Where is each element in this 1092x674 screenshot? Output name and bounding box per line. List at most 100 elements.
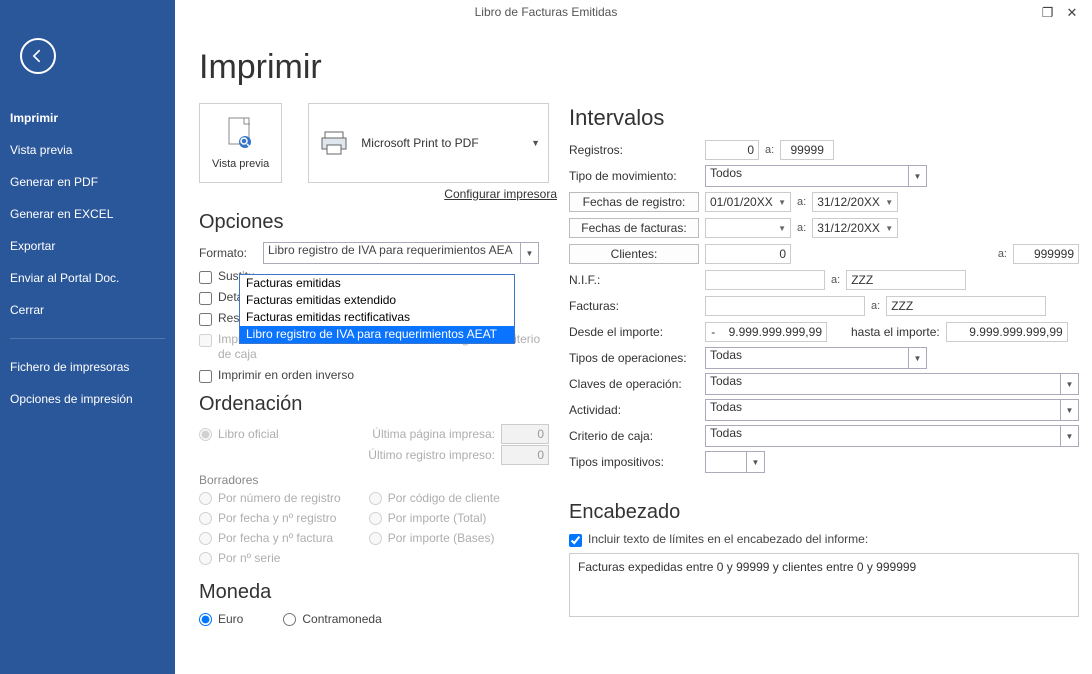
claves-op-select[interactable]: Todas▼ [705, 373, 1079, 395]
fecha-factura-to[interactable]: 31/12/20XX▼ [812, 218, 898, 238]
chevron-down-icon: ▼ [778, 198, 786, 207]
fechas-registro-button[interactable]: Fechas de registro: [569, 192, 699, 212]
claves-op-label: Claves de operación: [569, 377, 699, 391]
tipos-op-label: Tipos de operaciones: [569, 351, 699, 365]
hasta-importe-label: hasta el importe: [851, 325, 940, 339]
radio-codigo-cliente-label: Por código de cliente [388, 491, 500, 505]
formato-option-1[interactable]: Facturas emitidas extendido [240, 292, 514, 309]
radio-importe-total [369, 512, 382, 525]
clientes-button[interactable]: Clientes: [569, 244, 699, 264]
sidebar: Imprimir Vista previa Generar en PDF Gen… [0, 0, 175, 674]
radio-num-registro-label: Por número de registro [218, 491, 341, 505]
chk-imprimir-orden-label: Imprimir en orden inverso [218, 368, 354, 383]
fecha-registro-to[interactable]: 31/12/20XX ▼ [812, 192, 898, 212]
window-restore-icon[interactable]: ❐ [1038, 5, 1058, 21]
radio-contramoneda[interactable] [283, 613, 296, 626]
vista-previa-label: Vista previa [212, 158, 269, 170]
a-label-1: a: [765, 144, 774, 156]
desde-importe-label: Desde el importe: [569, 325, 699, 339]
sidebar-item-exportar[interactable]: Exportar [0, 230, 175, 262]
back-button[interactable] [20, 38, 56, 74]
window-close-icon[interactable]: ✕ [1062, 5, 1082, 21]
chk-incluir-texto[interactable] [569, 534, 582, 547]
tipos-imp-select[interactable]: ▼ [705, 451, 765, 473]
radio-serie [199, 552, 212, 565]
last-reg-input [501, 445, 549, 465]
encabezado-textarea[interactable]: Facturas expedidas entre 0 y 99999 y cli… [569, 553, 1079, 617]
sidebar-item-vista-previa[interactable]: Vista previa [0, 134, 175, 166]
tipo-mov-value: Todos [710, 166, 742, 180]
criterio-label: Criterio de caja: [569, 429, 699, 443]
registros-from-input[interactable] [705, 140, 759, 160]
radio-importe-bases [369, 532, 382, 545]
page-title: Imprimir [199, 48, 1072, 87]
actividad-value: Todas [710, 400, 742, 414]
arrow-left-icon [28, 46, 48, 66]
chevron-down-icon: ▼ [885, 198, 893, 207]
vista-previa-card[interactable]: Vista previa [199, 103, 282, 183]
registros-to-input[interactable] [780, 140, 834, 160]
criterio-select[interactable]: Todas ▼ [705, 425, 1079, 447]
fecha-registro-from[interactable]: 01/01/20XX ▼ [705, 192, 791, 212]
chk-resumir[interactable] [199, 313, 212, 326]
last-page-input [501, 424, 549, 444]
configure-printer-link[interactable]: Configurar impresora [199, 187, 557, 201]
formato-select[interactable]: Libro registro de IVA para requerimiento… [263, 242, 539, 264]
chk-imprimir-info [199, 334, 212, 347]
facturas-from-input[interactable] [705, 296, 865, 316]
criterio-value: Todas [710, 426, 742, 440]
chk-detallar[interactable] [199, 292, 212, 305]
chevron-down-icon: ▼ [778, 224, 786, 233]
printer-name: Microsoft Print to PDF [361, 136, 538, 150]
radio-libro-oficial [199, 428, 212, 441]
formato-label: Formato: [199, 246, 255, 260]
chevron-down-icon: ▼ [746, 452, 764, 472]
clientes-to-input[interactable] [1013, 244, 1079, 264]
formato-option-0[interactable]: Facturas emitidas [240, 275, 514, 292]
hasta-importe-input[interactable] [946, 322, 1068, 342]
formato-option-3[interactable]: Libro registro de IVA para requerimiento… [240, 326, 514, 343]
tipos-op-select[interactable]: Todas▼ [705, 347, 927, 369]
sidebar-divider [10, 338, 165, 339]
sidebar-item-cerrar[interactable]: Cerrar [0, 294, 175, 326]
radio-num-registro [199, 492, 212, 505]
radio-fecha-factura [199, 532, 212, 545]
sidebar-item-fichero-impresoras[interactable]: Fichero de impresoras [0, 351, 175, 383]
sidebar-item-imprimir[interactable]: Imprimir [0, 102, 175, 134]
nif-to-input[interactable] [846, 270, 966, 290]
nif-from-input[interactable] [705, 270, 825, 290]
formato-dropdown[interactable]: Facturas emitidas Facturas emitidas exte… [239, 274, 515, 344]
chk-sustituir[interactable] [199, 271, 212, 284]
radio-euro[interactable] [199, 613, 212, 626]
tipo-mov-select[interactable]: Todos▼ [705, 165, 927, 187]
radio-codigo-cliente [369, 492, 382, 505]
last-page-label: Última página impresa: [372, 427, 495, 441]
sidebar-item-generar-pdf[interactable]: Generar en PDF [0, 166, 175, 198]
radio-euro-label: Euro [218, 612, 243, 626]
chk-incluir-texto-label: Incluir texto de límites en el encabezad… [588, 532, 868, 547]
clientes-from-input[interactable] [705, 244, 791, 264]
formato-selected: Libro registro de IVA para requerimiento… [268, 243, 513, 257]
page-preview-icon [224, 116, 258, 154]
fecha-factura-from[interactable]: ▼ [705, 218, 791, 238]
chk-imprimir-orden[interactable] [199, 370, 212, 383]
facturas-to-input[interactable] [886, 296, 1046, 316]
sidebar-item-opciones-impresion[interactable]: Opciones de impresión [0, 383, 175, 415]
nif-label: N.I.F.: [569, 273, 699, 287]
tipos-imp-label: Tipos impositivos: [569, 455, 699, 469]
formato-option-2[interactable]: Facturas emitidas rectificativas [240, 309, 514, 326]
fecha-registro-from-value: 01/01/20XX [710, 195, 773, 209]
fechas-facturas-button[interactable]: Fechas de facturas: [569, 218, 699, 238]
a-label-5: a: [831, 274, 840, 286]
facturas-label: Facturas: [569, 299, 699, 313]
desde-importe-input[interactable] [705, 322, 827, 342]
fecha-registro-to-value: 31/12/20XX [817, 195, 880, 209]
radio-importe-total-label: Por importe (Total) [388, 511, 487, 525]
chevron-down-icon: ▼ [1060, 426, 1078, 446]
actividad-select[interactable]: Todas▼ [705, 399, 1079, 421]
radio-fecha-registro-label: Por fecha y nº registro [218, 511, 336, 525]
sidebar-item-generar-excel[interactable]: Generar en EXCEL [0, 198, 175, 230]
sidebar-item-enviar-portal[interactable]: Enviar al Portal Doc. [0, 262, 175, 294]
printer-select[interactable]: Microsoft Print to PDF ▼ [308, 103, 549, 183]
actividad-label: Actividad: [569, 403, 699, 417]
